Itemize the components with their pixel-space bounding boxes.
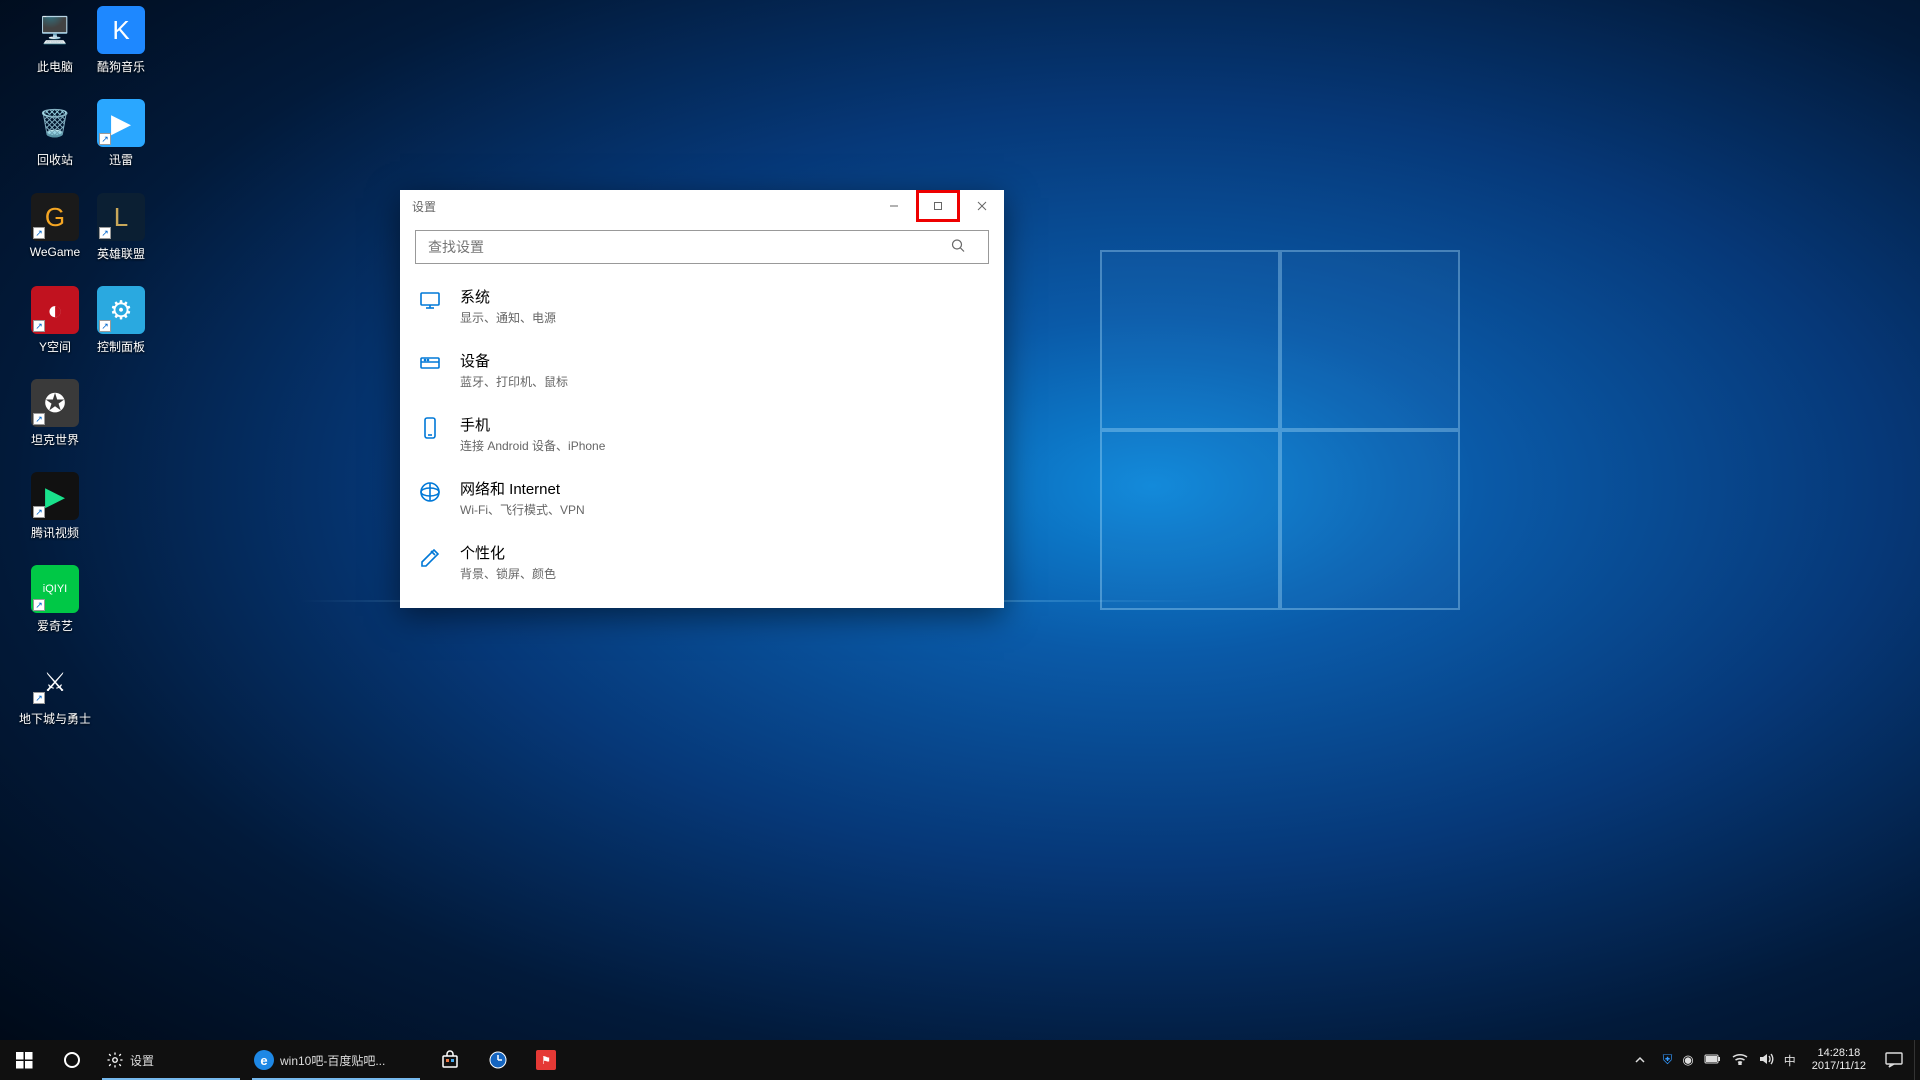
settings-category-4[interactable]: 个性化背景、锁屏、颜色 (404, 530, 1000, 594)
clock-date: 2017/11/12 (1812, 1060, 1866, 1073)
taskbar-app-red[interactable]: ⚑ (522, 1040, 570, 1080)
desktop-icon-10[interactable]: iQIYI↗ 爱奇艺 (17, 565, 93, 634)
settings-window: 设置 系统显示、通知、电源设备蓝牙、打印机、鼠标手机连接 Android 设备、… (400, 190, 1004, 608)
desktop-icon-label: 此电脑 (17, 58, 93, 75)
desktop-icon-glyph: 🗑️ (31, 99, 79, 147)
category-title: 应用 (460, 606, 490, 608)
desktop-icon-glyph: L↗ (97, 193, 145, 241)
category-icon (416, 414, 444, 442)
tray-wifi-icon[interactable] (1732, 1053, 1748, 1068)
desktop-icon-glyph: ◐↗ (31, 286, 79, 334)
desktop-icon-label: WeGame (17, 245, 93, 259)
desktop-icon-label: 爱奇艺 (17, 617, 93, 634)
desktop-icon-glyph: iQIYI↗ (31, 565, 79, 613)
tray-ime-label[interactable]: 中 (1784, 1052, 1796, 1069)
desktop-icon-glyph: G↗ (31, 193, 79, 241)
taskbar-app-store[interactable] (426, 1040, 474, 1080)
tray-chevron-up-icon[interactable] (1625, 1040, 1655, 1080)
tray-shield-icon[interactable]: ⛨ (1663, 1052, 1673, 1068)
desktop-icon-glyph: ⚔↗ (31, 658, 79, 706)
tray-sync-icon[interactable]: ◉ (1682, 1052, 1693, 1068)
titlebar: 设置 (400, 190, 1004, 222)
desktop-icon-label: 迅雷 (83, 151, 159, 168)
taskbar: 设置 e win10吧-百度贴吧... ⚑ ⛨ ◉ 中 (0, 1040, 1920, 1080)
tray-battery-icon[interactable] (1704, 1053, 1722, 1068)
desktop-icon-8[interactable]: ✪↗ 坦克世界 (17, 379, 93, 448)
category-subtitle: 显示、通知、电源 (460, 309, 556, 326)
category-subtitle: 背景、锁屏、颜色 (460, 565, 556, 582)
desktop-icon-6[interactable]: ◐↗ Y空间 (17, 286, 93, 355)
edge-icon: e (254, 1050, 274, 1070)
desktop-icon-9[interactable]: ▶↗ 腾讯视频 (17, 472, 93, 541)
action-center-button[interactable] (1874, 1040, 1914, 1080)
desktop-icon-label: 回收站 (17, 151, 93, 168)
category-subtitle: Wi-Fi、飞行模式、VPN (460, 501, 585, 518)
clock-time: 14:28:18 (1812, 1047, 1866, 1060)
category-title: 手机 (460, 414, 605, 435)
desktop-icon-glyph: ▶↗ (31, 472, 79, 520)
desktop-icon-3[interactable]: ▶↗ 迅雷 (83, 99, 159, 168)
desktop-icon-label: 地下城与勇士 (17, 710, 93, 727)
taskbar-app-settings[interactable]: 设置 (96, 1040, 246, 1080)
desktop-icon-0[interactable]: 🖥️ 此电脑 (17, 6, 93, 75)
close-button[interactable] (960, 190, 1004, 222)
category-subtitle: 连接 Android 设备、iPhone (460, 437, 605, 454)
desktop-icon-label: 坦克世界 (17, 431, 93, 448)
taskbar-app-edge[interactable]: e win10吧-百度贴吧... (246, 1040, 426, 1080)
taskbar-app-clock[interactable] (474, 1040, 522, 1080)
desktop-icon-4[interactable]: G↗ WeGame (17, 193, 93, 259)
category-icon (416, 350, 444, 378)
category-icon (416, 286, 444, 314)
desktop-icon-glyph: K (97, 6, 145, 54)
desktop-icon-label: 酷狗音乐 (83, 58, 159, 75)
category-title: 设备 (460, 350, 568, 371)
taskbar-app-label: 设置 (130, 1052, 154, 1069)
settings-category-1[interactable]: 设备蓝牙、打印机、鼠标 (404, 338, 1000, 402)
desktop-icon-2[interactable]: 🗑️ 回收站 (17, 99, 93, 168)
category-title: 系统 (460, 286, 556, 307)
desktop-icon-5[interactable]: L↗ 英雄联盟 (83, 193, 159, 262)
window-title: 设置 (412, 198, 436, 215)
minimize-button[interactable] (872, 190, 916, 222)
category-title: 个性化 (460, 542, 556, 563)
settings-category-0[interactable]: 系统显示、通知、电源 (404, 274, 1000, 338)
desktop-icon-label: 控制面板 (83, 338, 159, 355)
category-subtitle: 蓝牙、打印机、鼠标 (460, 373, 568, 390)
category-title: 网络和 Internet (460, 478, 585, 499)
desktop-icon-11[interactable]: ⚔↗ 地下城与勇士 (17, 658, 93, 727)
cortana-button[interactable] (48, 1040, 96, 1080)
desktop-icon-glyph: ✪↗ (31, 379, 79, 427)
settings-category-list: 系统显示、通知、电源设备蓝牙、打印机、鼠标手机连接 Android 设备、iPh… (400, 274, 1004, 608)
category-icon (416, 542, 444, 570)
settings-category-3[interactable]: 网络和 Internet Wi-Fi、飞行模式、VPN (404, 466, 1000, 530)
desktop-icon-label: 腾讯视频 (17, 524, 93, 541)
start-button[interactable] (0, 1040, 48, 1080)
system-tray: ⛨ ◉ 中 (1655, 1052, 1804, 1069)
desktop-icon-glyph: 🖥️ (31, 6, 79, 54)
desktop-icon-7[interactable]: ⚙↗ 控制面板 (83, 286, 159, 355)
category-icon (416, 478, 444, 506)
category-icon (416, 606, 444, 608)
desktop-icon-label: 英雄联盟 (83, 245, 159, 262)
show-desktop-button[interactable] (1914, 1040, 1920, 1080)
desktop-icon-glyph: ⚙↗ (97, 286, 145, 334)
settings-category-2[interactable]: 手机连接 Android 设备、iPhone (404, 402, 1000, 466)
maximize-button[interactable] (916, 190, 960, 222)
tray-volume-icon[interactable] (1758, 1052, 1774, 1069)
desktop-icon-1[interactable]: K 酷狗音乐 (83, 6, 159, 75)
desktop-icon-glyph: ▶↗ (97, 99, 145, 147)
taskbar-clock[interactable]: 14:28:18 2017/11/12 (1804, 1047, 1874, 1073)
settings-category-5[interactable]: 应用 (404, 594, 1000, 608)
taskbar-edge-label: win10吧-百度贴吧... (280, 1052, 385, 1069)
search-input[interactable] (415, 230, 989, 264)
desktop-icon-label: Y空间 (17, 338, 93, 355)
